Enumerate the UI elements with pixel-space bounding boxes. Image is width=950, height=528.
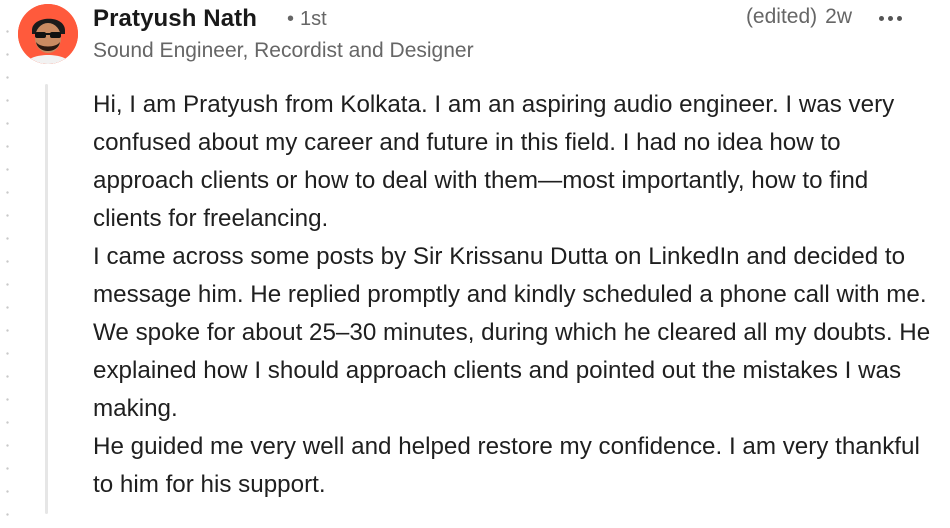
comment-paragraph: He guided me very well and helped restor…	[93, 433, 920, 498]
comment-paragraph: Hi, I am Pratyush from Kolkata. I am an …	[93, 91, 895, 232]
profile-photo-icon	[18, 4, 78, 64]
more-horizontal-icon	[878, 15, 884, 21]
degree-label: 1st	[300, 8, 327, 30]
more-horizontal-icon-dot	[896, 15, 902, 21]
connection-degree: • 1st	[287, 8, 327, 31]
time-ago: 2w	[825, 5, 852, 28]
more-options-button[interactable]	[868, 2, 912, 34]
edited-label: (edited)	[745, 5, 818, 28]
degree-separator: •	[287, 8, 295, 30]
comment-meta: (edited) 2w	[746, 5, 852, 29]
thread-line	[45, 84, 48, 514]
author-name[interactable]: Pratyush Nath	[93, 5, 257, 33]
more-horizontal-icon-dot	[887, 15, 893, 21]
thread-dots	[6, 20, 9, 528]
comment-paragraph: I came across some posts by Sir Krissanu…	[93, 243, 931, 422]
author-headline: Sound Engineer, Recordist and Designer	[93, 39, 474, 62]
avatar[interactable]	[18, 4, 78, 64]
comment-body: Hi, I am Pratyush from Kolkata. I am an …	[93, 86, 933, 504]
comment-card: Pratyush Nath • 1st Sound Engineer, Recor…	[0, 0, 950, 528]
